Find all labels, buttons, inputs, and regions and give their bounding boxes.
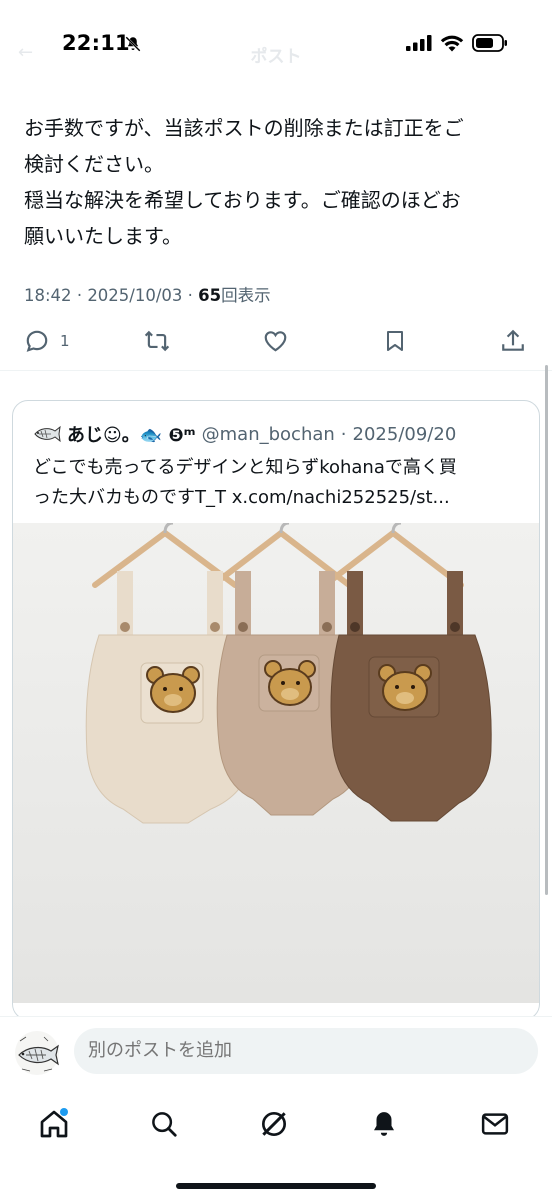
- grok-icon: [262, 1112, 286, 1136]
- battery-icon: [472, 34, 507, 52]
- share-button[interactable]: [500, 328, 526, 354]
- repost-icon: [144, 330, 170, 352]
- post-time[interactable]: 18:42: [24, 286, 72, 305]
- quoted-post-text: どこでも売ってるデザインと知らずkohanaで高く買 った大バカものですT_T …: [33, 453, 525, 513]
- post-metadata: 18:42 · 2025/10/03 · 65回表示: [24, 282, 271, 306]
- post-text-line: 検討ください。: [24, 152, 164, 176]
- meta-separator: ·: [187, 286, 193, 305]
- nav-messages[interactable]: [475, 1104, 515, 1144]
- nav-search[interactable]: [144, 1104, 184, 1144]
- wifi-icon: [440, 35, 464, 51]
- bear-patch: [146, 666, 200, 713]
- quoted-post-image[interactable]: [13, 523, 540, 1003]
- quoted-post-card[interactable]: あじ☺︎。🐟 ❺ᵐ @man_bochan · 2025/09/20 どこでも売…: [12, 400, 540, 1020]
- status-indicators: [406, 34, 508, 52]
- share-icon: [502, 329, 524, 351]
- repost-button[interactable]: [143, 328, 171, 354]
- post-text-line: お手数ですが、当該ポストの削除または訂正をご: [24, 116, 464, 140]
- quoted-author-name[interactable]: あじ☺︎。🐟 ❺ᵐ: [67, 421, 196, 447]
- reply-composer: [0, 1016, 552, 1088]
- reply-input[interactable]: [74, 1028, 538, 1074]
- messages-icon: [481, 1113, 509, 1135]
- nav-grok[interactable]: [254, 1104, 294, 1144]
- quoted-author-handle[interactable]: @man_bochan: [202, 424, 335, 445]
- status-bar: 22:11 ← ポスト: [0, 0, 552, 90]
- search-icon: [152, 1112, 177, 1137]
- like-icon: [264, 331, 287, 352]
- view-label: 回表示: [221, 286, 271, 305]
- quoted-post-header: あじ☺︎。🐟 ❺ᵐ @man_bochan · 2025/09/20: [33, 421, 456, 447]
- home-indicator[interactable]: [176, 1183, 376, 1189]
- divider: [0, 370, 552, 371]
- notifications-icon: [374, 1112, 394, 1136]
- reply-button[interactable]: 1: [24, 328, 70, 354]
- bookmark-button[interactable]: [383, 328, 407, 354]
- avatar[interactable]: [14, 1027, 60, 1079]
- reply-icon: [26, 330, 48, 352]
- meta-separator: ·: [76, 286, 83, 305]
- notification-dot: [60, 1108, 68, 1116]
- like-button[interactable]: [262, 328, 289, 354]
- view-count: 65: [198, 286, 222, 305]
- quoted-post-date[interactable]: 2025/09/20: [353, 424, 457, 445]
- post-text: お手数ですが、当該ポストの削除または訂正をご 検討ください。 穏当な解決を希望し…: [24, 110, 524, 254]
- post-date[interactable]: 2025/10/03: [87, 286, 182, 305]
- nav-home[interactable]: [34, 1104, 74, 1144]
- post-text-line: 願いいたします。: [24, 224, 182, 248]
- avatar[interactable]: [33, 423, 61, 445]
- quoted-text-line: った大バカものですT_T x.com/nachi252525/st...: [33, 487, 450, 508]
- cellular-signal-icon: [406, 35, 432, 51]
- bookmark-icon: [387, 331, 403, 351]
- scrollbar[interactable]: [545, 365, 548, 895]
- reply-count: 1: [60, 332, 70, 350]
- meta-separator: ·: [340, 423, 347, 445]
- post-actions: 1: [0, 322, 552, 362]
- quoted-text-line: どこでも売ってるデザインと知らずkohanaで高く買: [33, 457, 457, 478]
- bear-patch: [378, 664, 432, 711]
- post-text-line: 穏当な解決を希望しております。ご確認のほどお: [24, 188, 461, 212]
- nav-notifications[interactable]: [364, 1104, 404, 1144]
